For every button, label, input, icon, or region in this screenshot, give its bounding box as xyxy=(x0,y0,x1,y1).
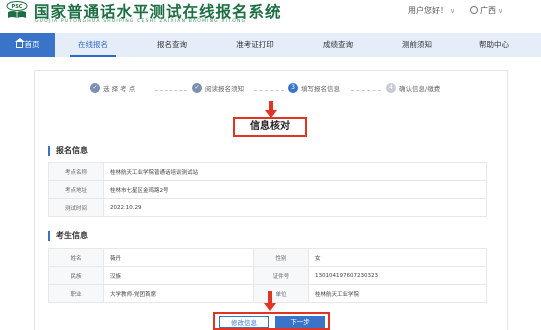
step-label: 确认信息/缴费 xyxy=(399,85,441,93)
table-row: 考点名称 桂林航天工业学院普通话培训测试站 xyxy=(48,162,487,181)
step-confirm-pay: 4 确认信息/缴费 xyxy=(386,83,440,97)
field-value: 大学教师-党团首席 xyxy=(103,284,254,303)
field-value: 桂林航天工业学院普通话培训测试站 xyxy=(103,162,487,181)
field-value: 桂林市七星区金鸡路2号 xyxy=(103,180,487,199)
field-label: 姓名 xyxy=(48,248,104,267)
chevron-down-icon: ∨ xyxy=(450,7,456,15)
action-buttons-highlight: 修改信息 下一步 xyxy=(213,312,330,330)
user-greeting: 用户您好！ xyxy=(408,6,448,15)
nav-admission-print[interactable]: 准考证打印 xyxy=(226,33,284,57)
step-fill-info: 3 填写报名信息 xyxy=(288,83,340,97)
step-divider xyxy=(155,90,187,91)
field-label: 证件号 xyxy=(253,266,309,285)
field-value: 2022.10.29 xyxy=(103,198,487,217)
field-label: 民族 xyxy=(48,266,104,285)
step-number-badge: 4 xyxy=(386,83,396,93)
candidate-info-heading: 考生信息 xyxy=(48,231,88,241)
field-value: 桂林航天工业学院 xyxy=(308,284,487,303)
nav-help-center[interactable]: 帮助中心 xyxy=(465,33,523,57)
table-row: 姓名 薇丹 性别 女 xyxy=(48,248,487,267)
step-number-badge: 3 xyxy=(288,83,298,93)
step-label: 填写报名信息 xyxy=(301,85,340,93)
next-step-button[interactable]: 下一步 xyxy=(275,316,325,328)
table-row: 民族 汉族 证件号 130104197607230323 xyxy=(48,266,487,285)
main-nav: 首页 在线报名 报名查询 准考证打印 成绩查询 测前须知 帮助中心 xyxy=(0,33,541,57)
chevron-down-icon: ∨ xyxy=(498,7,504,15)
region-label: 广西 xyxy=(480,6,496,15)
nav-registration-query[interactable]: 报名查询 xyxy=(143,33,201,57)
step-label: 阅读报名须知 xyxy=(205,85,244,93)
user-menu[interactable]: 用户您好！ ∨ xyxy=(408,5,455,16)
check-icon: ✓ xyxy=(90,83,100,93)
registration-info-table: 考点名称 桂林航天工业学院普通话培训测试站 考点地址 桂林市七星区金鸡路2号 测… xyxy=(48,162,487,217)
field-label: 性别 xyxy=(253,248,309,267)
field-value: 女 xyxy=(308,248,487,267)
svg-text:PSC: PSC xyxy=(12,4,23,10)
psc-logo-icon: PSC xyxy=(6,1,28,18)
arrow-down-icon xyxy=(265,101,277,118)
registration-info-heading: 报名信息 xyxy=(48,146,88,156)
brand-pinyin: GUOJIA PUTONGHUA SHUIPING CESHI ZAIXIAN … xyxy=(35,19,247,24)
field-label: 考点名称 xyxy=(48,162,104,181)
check-icon: ✓ xyxy=(192,83,202,93)
step-divider xyxy=(351,90,381,91)
field-label: 考点地址 xyxy=(48,180,104,199)
arrow-down-icon xyxy=(264,291,276,312)
field-label: 职业 xyxy=(48,284,104,303)
field-value: 130104197607230323 xyxy=(308,266,487,285)
step-label: 选 择 考 点 xyxy=(103,85,136,93)
nav-home[interactable]: 首页 xyxy=(0,33,55,57)
page-title: 信息核对 xyxy=(233,117,307,137)
step-read-notice: ✓ 阅读报名须知 xyxy=(192,83,244,97)
nav-test-notice[interactable]: 测前须知 xyxy=(388,33,446,57)
nav-score-query[interactable]: 成绩查询 xyxy=(309,33,367,57)
field-label: 单位 xyxy=(253,284,309,303)
region-selector[interactable]: 广西 ∨ xyxy=(470,5,503,16)
nav-online-registration[interactable]: 在线报名 xyxy=(64,33,122,57)
field-value: 汉族 xyxy=(103,266,254,285)
field-value: 薇丹 xyxy=(103,248,254,267)
edit-info-button[interactable]: 修改信息 xyxy=(219,316,269,328)
location-icon xyxy=(470,6,478,14)
site-header: PSC 国家普通话水平测试在线报名系统 GUOJIA PUTONGHUA SHU… xyxy=(0,0,541,26)
table-row: 测试时间 2022.10.29 xyxy=(48,198,487,217)
step-select-site: ✓ 选 择 考 点 xyxy=(90,83,135,97)
field-label: 测试时间 xyxy=(48,198,104,217)
nav-home-label: 首页 xyxy=(24,40,40,49)
step-divider xyxy=(254,90,284,91)
table-row: 考点地址 桂林市七星区金鸡路2号 xyxy=(48,180,487,199)
home-icon xyxy=(14,38,25,48)
